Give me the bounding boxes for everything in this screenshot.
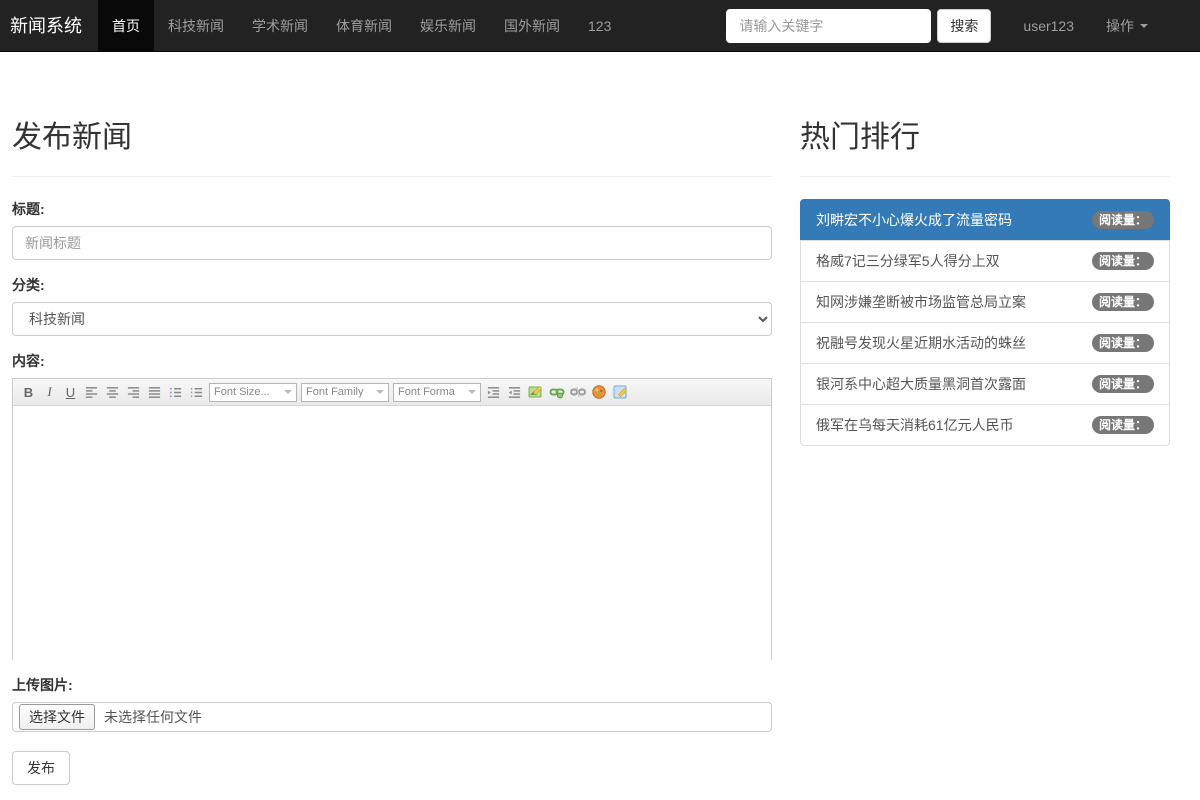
bold-button[interactable]: B <box>18 382 39 403</box>
content-group: 内容: B I U Font Size... Font Family Font … <box>12 351 772 660</box>
font-format-label: Font Forma <box>398 386 455 398</box>
source-edit-icon <box>613 385 627 399</box>
upload-label: 上传图片: <box>12 677 73 693</box>
ranking-item-2[interactable]: 格威7记三分绿军5人得分上双 阅读量： <box>800 240 1170 282</box>
ranking-item-4[interactable]: 祝融号发现火星近期水活动的蛛丝 阅读量： <box>800 322 1170 364</box>
unlink-icon <box>569 386 586 398</box>
nav-item-academic[interactable]: 学术新闻 <box>238 0 322 52</box>
read-count-badge: 阅读量： <box>1091 211 1154 229</box>
nav-item-sports[interactable]: 体育新闻 <box>322 0 406 52</box>
content-label: 内容: <box>12 353 45 369</box>
font-format-select[interactable]: Font Forma <box>393 382 481 402</box>
underline-button[interactable]: U <box>60 382 81 403</box>
caret-down-icon <box>1140 23 1148 28</box>
ranking-item-title: 祝融号发现火星近期水活动的蛛丝 <box>816 335 1026 351</box>
ranking-item-3[interactable]: 知网涉嫌垄断被市场监管总局立案 阅读量： <box>800 281 1170 323</box>
navbar-right: 搜索 user123 操作 <box>726 8 1200 43</box>
main-nav: 首页 科技新闻 学术新闻 体育新闻 娱乐新闻 国外新闻 123 <box>98 0 625 52</box>
align-right-button[interactable] <box>123 382 144 403</box>
image-icon <box>528 386 542 398</box>
title-input[interactable] <box>12 226 772 260</box>
category-select[interactable]: 科技新闻 <box>12 302 772 336</box>
indent-button[interactable] <box>483 382 504 403</box>
align-left-button[interactable] <box>81 382 102 403</box>
unlink-button[interactable] <box>567 382 588 403</box>
upload-group: 上传图片: 选择文件 未选择任何文件 <box>12 675 772 732</box>
actions-dropdown[interactable]: 操作 <box>1106 16 1148 36</box>
rich-text-editor: B I U Font Size... Font Family Font Form… <box>12 378 772 660</box>
publish-header: 发布新闻 <box>12 112 772 177</box>
title-group: 标题: <box>12 199 772 260</box>
title-label: 标题: <box>12 201 45 217</box>
read-count-badge: 阅读量： <box>1091 416 1154 434</box>
ranking-title: 热门排行 <box>800 121 920 154</box>
font-size-label: Font Size... <box>214 386 270 398</box>
read-count-badge: 阅读量： <box>1091 252 1154 270</box>
page-title: 发布新闻 <box>12 121 132 154</box>
outdent-button[interactable] <box>504 382 525 403</box>
align-right-icon <box>127 386 140 398</box>
outdent-icon <box>508 386 521 398</box>
align-justify-icon <box>148 386 161 398</box>
source-edit-button[interactable] <box>609 382 630 403</box>
link-icon <box>549 388 564 399</box>
file-input[interactable]: 选择文件 未选择任何文件 <box>12 702 772 732</box>
indent-icon <box>487 386 500 398</box>
nav-item-foreign[interactable]: 国外新闻 <box>490 0 574 52</box>
publish-button[interactable]: 发布 <box>12 751 70 785</box>
top-navbar: 新闻系统 首页 科技新闻 学术新闻 体育新闻 娱乐新闻 国外新闻 123 搜索 … <box>0 0 1200 52</box>
ranking-item-5[interactable]: 银河系中心超大质量黑洞首次露面 阅读量： <box>800 363 1170 405</box>
nav-item-entertainment[interactable]: 娱乐新闻 <box>406 0 490 52</box>
caret-down-icon <box>284 390 292 394</box>
publish-section: 发布新闻 标题: 分类: 科技新闻 内容: B I U <box>12 52 772 785</box>
category-group: 分类: 科技新闻 <box>12 275 772 336</box>
read-count-badge: 阅读量： <box>1091 334 1154 352</box>
ordered-list-icon <box>169 387 182 397</box>
editor-toolbar: B I U Font Size... Font Family Font Form… <box>13 379 771 406</box>
unordered-list-icon <box>190 387 203 397</box>
unordered-list-button[interactable] <box>186 382 207 403</box>
ranking-item-6[interactable]: 俄军在乌每天消耗61亿元人民币 阅读量： <box>800 404 1170 446</box>
nav-item-tech[interactable]: 科技新闻 <box>154 0 238 52</box>
color-palette-icon <box>591 385 606 399</box>
insert-image-button[interactable] <box>525 382 546 403</box>
app-brand[interactable]: 新闻系统 <box>0 0 98 52</box>
ranking-item-1[interactable]: 刘畊宏不小心爆火成了流量密码 阅读量： <box>800 199 1170 241</box>
nav-item-123[interactable]: 123 <box>574 0 625 52</box>
align-left-icon <box>85 386 98 398</box>
ranking-section: 热门排行 刘畊宏不小心爆火成了流量密码 阅读量： 格威7记三分绿军5人得分上双 … <box>800 52 1170 785</box>
choose-file-button[interactable]: 选择文件 <box>19 704 95 730</box>
font-family-select[interactable]: Font Family <box>301 382 389 402</box>
read-count-badge: 阅读量： <box>1091 375 1154 393</box>
italic-button[interactable]: I <box>39 382 60 403</box>
ranking-item-title: 知网涉嫌垄断被市场监管总局立案 <box>816 294 1026 310</box>
ranking-item-title: 银河系中心超大质量黑洞首次露面 <box>816 376 1026 392</box>
align-center-button[interactable] <box>102 382 123 403</box>
caret-down-icon <box>376 390 384 394</box>
ranking-list: 刘畊宏不小心爆火成了流量密码 阅读量： 格威7记三分绿军5人得分上双 阅读量： … <box>800 199 1170 446</box>
align-center-icon <box>106 386 119 398</box>
ranking-header: 热门排行 <box>800 112 1170 177</box>
actions-dropdown-label: 操作 <box>1106 17 1134 34</box>
ranking-item-title: 格威7记三分绿军5人得分上双 <box>816 253 1000 269</box>
search-input[interactable] <box>726 8 932 43</box>
username-label[interactable]: user123 <box>1023 18 1074 34</box>
page-content: 发布新闻 标题: 分类: 科技新闻 内容: B I U <box>0 52 1200 785</box>
align-justify-button[interactable] <box>144 382 165 403</box>
font-size-select[interactable]: Font Size... <box>209 382 297 402</box>
ordered-list-button[interactable] <box>165 382 186 403</box>
ranking-item-title: 俄军在乌每天消耗61亿元人民币 <box>816 417 1014 433</box>
read-count-badge: 阅读量： <box>1091 293 1154 311</box>
nav-item-home[interactable]: 首页 <box>98 0 154 52</box>
ranking-item-title: 刘畊宏不小心爆火成了流量密码 <box>816 212 1012 228</box>
file-status-text: 未选择任何文件 <box>104 709 202 725</box>
editor-content-area[interactable] <box>13 406 771 660</box>
font-family-label: Font Family <box>306 386 364 398</box>
link-button[interactable] <box>546 382 567 403</box>
color-palette-button[interactable] <box>588 382 609 403</box>
caret-down-icon <box>468 390 476 394</box>
category-label: 分类: <box>12 277 45 293</box>
search-button[interactable]: 搜索 <box>937 8 992 43</box>
